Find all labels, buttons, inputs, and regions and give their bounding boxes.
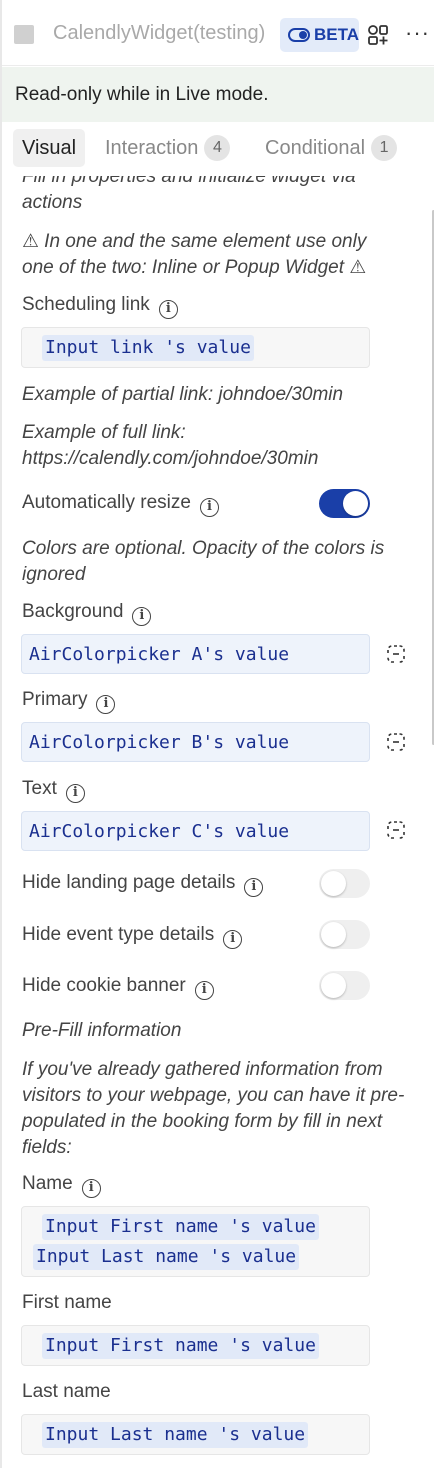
toggle-knob bbox=[321, 871, 346, 896]
toggle-knob bbox=[321, 922, 346, 947]
text-color-label: Text i bbox=[22, 777, 85, 803]
tab-conditional[interactable]: Conditional 1 bbox=[265, 129, 398, 167]
last-name-field[interactable]: Input Last name 's value bbox=[21, 1414, 370, 1455]
tab-label: Visual bbox=[22, 137, 77, 159]
text-color-value: AirColorpicker C's value bbox=[29, 821, 290, 842]
label-text: First name bbox=[22, 1292, 112, 1313]
last-name-chip[interactable]: Input Last name 's value bbox=[33, 1244, 300, 1270]
auto-resize-toggle[interactable] bbox=[319, 489, 370, 518]
label-text: Hide landing page details bbox=[22, 872, 236, 893]
colors-note: Colors are optional. Opacity of the colo… bbox=[22, 538, 385, 585]
info-icon[interactable]: i bbox=[194, 981, 214, 1000]
first-name-chip[interactable]: Input First name 's value bbox=[42, 1333, 319, 1359]
element-type-icon bbox=[14, 25, 34, 44]
notice-text: Read-only while in Live mode. bbox=[15, 84, 269, 105]
example-full-text: Example of full link: https://calendly.c… bbox=[22, 422, 319, 469]
last-name-chip[interactable]: Input Last name 's value bbox=[42, 1422, 309, 1448]
visual-properties[interactable]: Fill in properties and initialize widget… bbox=[2, 176, 434, 1468]
hide-landing-toggle[interactable] bbox=[319, 869, 370, 898]
text-color-field[interactable]: AirColorpicker C's value bbox=[21, 811, 370, 851]
info-icon[interactable]: i bbox=[158, 300, 178, 319]
primary-value: AirColorpicker B's value bbox=[29, 732, 290, 753]
first-name-label: First name bbox=[22, 1291, 112, 1315]
info-icon[interactable]: i bbox=[244, 878, 264, 897]
toggle-icon bbox=[288, 28, 310, 42]
tab-interaction[interactable]: Interaction 4 bbox=[105, 129, 231, 167]
panel-header: CalendlyWidget(testing) BETA ··· bbox=[2, 0, 434, 66]
info-icon[interactable]: i bbox=[65, 784, 85, 803]
scheduling-link-label: Scheduling link i bbox=[22, 293, 178, 319]
panel-tabs: Visual Interaction 4 Conditional 1 bbox=[2, 122, 434, 176]
info-icon[interactable]: i bbox=[81, 1179, 101, 1198]
label-text: Last name bbox=[22, 1381, 111, 1402]
info-icon[interactable]: i bbox=[132, 607, 152, 626]
label-text: Name bbox=[22, 1173, 73, 1194]
link-value-chip[interactable]: Input link 's value bbox=[42, 335, 254, 361]
scheduling-link-field[interactable]: Input link 's value bbox=[21, 327, 370, 368]
beta-label: BETA bbox=[314, 25, 360, 44]
live-mode-notice: Read-only while in Live mode. bbox=[2, 67, 434, 122]
element-title[interactable]: CalendlyWidget(testing) bbox=[53, 22, 265, 45]
beta-badge[interactable]: BETA bbox=[280, 18, 359, 52]
tab-label: Conditional bbox=[265, 137, 366, 159]
info-icon[interactable]: i bbox=[223, 930, 243, 949]
unlink-icon[interactable] bbox=[385, 643, 407, 665]
info-icon[interactable]: i bbox=[199, 498, 219, 517]
background-value: AirColorpicker A's value bbox=[29, 644, 290, 665]
tab-label: Interaction bbox=[105, 137, 199, 159]
hide-event-label: Hide event type details i bbox=[22, 923, 243, 949]
background-color-field[interactable]: AirColorpicker A's value bbox=[21, 634, 370, 674]
auto-resize-label: Automatically resize i bbox=[22, 491, 219, 517]
more-icon[interactable]: ··· bbox=[405, 22, 430, 44]
label-text: Hide cookie banner bbox=[22, 975, 186, 996]
label-text: Text bbox=[22, 778, 57, 799]
hide-event-toggle[interactable] bbox=[319, 920, 370, 949]
tab-visual[interactable]: Visual bbox=[13, 129, 86, 167]
label-text: Hide event type details bbox=[22, 924, 215, 945]
first-name-chip[interactable]: Input First name 's value bbox=[42, 1214, 319, 1240]
label-text: Scheduling link bbox=[22, 294, 150, 315]
last-name-label: Last name bbox=[22, 1380, 111, 1404]
hide-cookie-label: Hide cookie banner i bbox=[22, 974, 214, 1000]
unlink-icon[interactable] bbox=[385, 819, 407, 841]
prefill-title: Pre-Fill information bbox=[22, 1020, 182, 1041]
toggle-knob bbox=[321, 973, 346, 998]
hide-landing-label: Hide landing page details i bbox=[22, 871, 264, 897]
label-text: Background bbox=[22, 601, 124, 622]
label-text: Automatically resize bbox=[22, 492, 191, 513]
toggle-knob bbox=[343, 491, 368, 516]
unlink-icon[interactable] bbox=[385, 731, 407, 753]
name-label: Name i bbox=[22, 1172, 101, 1198]
properties-panel: CalendlyWidget(testing) BETA ··· Read-on… bbox=[0, 0, 434, 1468]
example-partial-text: Example of partial link: johndoe/30min bbox=[22, 384, 344, 405]
tab-count-badge: 4 bbox=[204, 135, 231, 161]
background-label: Background i bbox=[22, 600, 152, 626]
inline-popup-warning: ⚠ In one and the same element use only o… bbox=[22, 231, 367, 278]
primary-label: Primary i bbox=[22, 688, 116, 714]
info-icon[interactable]: i bbox=[96, 695, 116, 714]
first-name-field[interactable]: Input First name 's value bbox=[21, 1325, 370, 1366]
name-field[interactable]: Input First name 's value Input Last nam… bbox=[21, 1206, 370, 1277]
hide-cookie-toggle[interactable] bbox=[319, 971, 370, 1000]
prefill-description: If you've already gathered information f… bbox=[22, 1059, 405, 1158]
component-icon[interactable] bbox=[367, 24, 389, 46]
label-text: Primary bbox=[22, 689, 88, 710]
intro-text: Fill in properties and initialize widget… bbox=[22, 176, 356, 213]
tab-count-badge: 1 bbox=[371, 135, 398, 161]
primary-color-field[interactable]: AirColorpicker B's value bbox=[21, 722, 370, 762]
